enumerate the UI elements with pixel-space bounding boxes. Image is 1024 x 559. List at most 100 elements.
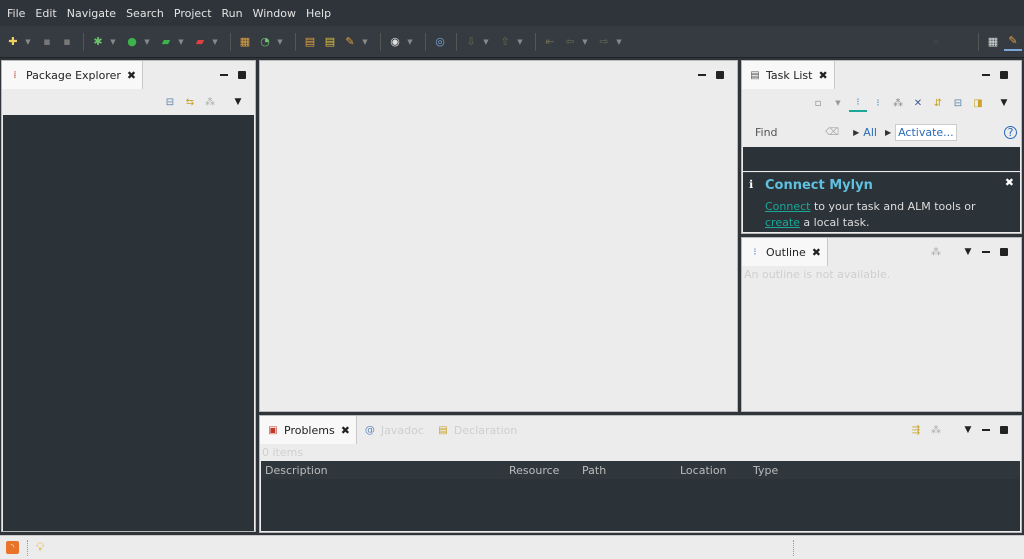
find-input[interactable]: Find bbox=[755, 126, 825, 139]
collapse-all-icon[interactable]: ⊟ bbox=[949, 94, 967, 112]
column-resource[interactable]: Resource bbox=[509, 464, 559, 477]
scheduled-icon[interactable]: ⁝ bbox=[869, 94, 887, 112]
new-dropdown[interactable]: ▼ bbox=[24, 33, 32, 51]
maximize-icon[interactable] bbox=[233, 66, 251, 84]
menu-file[interactable]: File bbox=[2, 7, 30, 20]
forward-dropdown[interactable]: ▼ bbox=[615, 33, 623, 51]
prev-annotation-dropdown[interactable]: ▼ bbox=[516, 33, 524, 51]
focus-icon[interactable]: ⁂ bbox=[889, 94, 907, 112]
open-resource-icon[interactable]: ✎ bbox=[341, 33, 359, 51]
tab-problems[interactable]: ▣ Problems ✖ bbox=[260, 416, 357, 444]
collapse-all-icon[interactable]: ⊟ bbox=[161, 93, 179, 111]
minimize-icon[interactable] bbox=[977, 66, 995, 84]
new-java-project-icon[interactable]: ▦ bbox=[236, 33, 254, 51]
column-location[interactable]: Location bbox=[680, 464, 727, 477]
help-icon[interactable]: ? bbox=[1004, 125, 1017, 139]
task-repositories-icon[interactable]: ◨ bbox=[969, 94, 987, 112]
new-icon[interactable]: ✚ bbox=[4, 33, 22, 51]
coverage-icon[interactable]: ▰ bbox=[157, 33, 175, 51]
close-icon[interactable]: ✖ bbox=[127, 69, 136, 82]
all-link[interactable]: All bbox=[863, 126, 877, 139]
run-dropdown[interactable]: ▼ bbox=[143, 33, 151, 51]
search-icon[interactable]: ◉ bbox=[386, 33, 404, 51]
task-list-panel: ▤ Task List ✖ ▫ ▼ ⁝ ⁝ ⁂ ✕ ⇵ ⊟ ◨ ▼ Find ⌫… bbox=[741, 60, 1022, 234]
maximize-icon[interactable] bbox=[995, 243, 1013, 261]
synchronize-icon[interactable]: ⇵ bbox=[929, 94, 947, 112]
maximize-icon[interactable] bbox=[995, 421, 1013, 439]
close-icon[interactable]: ✖ bbox=[812, 246, 821, 259]
open-type-icon[interactable]: ▤ bbox=[301, 33, 319, 51]
tab-declaration[interactable]: ▤ Declaration bbox=[430, 416, 523, 444]
next-annotation-dropdown[interactable]: ▼ bbox=[482, 33, 490, 51]
tip-lightbulb-icon[interactable]: 💡︎ bbox=[36, 540, 44, 555]
task-list-tree[interactable] bbox=[743, 147, 1020, 171]
close-icon[interactable]: ✖ bbox=[1005, 176, 1014, 189]
create-link[interactable]: create bbox=[765, 216, 800, 229]
problems-table[interactable]: Description Resource Path Location Type bbox=[261, 461, 1020, 531]
save-icon[interactable]: ▪ bbox=[38, 33, 56, 51]
new-package-dropdown[interactable]: ▼ bbox=[276, 33, 284, 51]
quick-access-icon[interactable]: ⌕ bbox=[901, 33, 971, 51]
debug-icon[interactable]: ✱ bbox=[89, 33, 107, 51]
package-explorer-tree[interactable] bbox=[3, 115, 254, 531]
search-dropdown[interactable]: ▼ bbox=[406, 33, 414, 51]
filter-icon[interactable]: ⇶ bbox=[907, 421, 925, 439]
minimize-icon[interactable] bbox=[977, 243, 995, 261]
new-package-icon[interactable]: ◔ bbox=[256, 33, 274, 51]
hide-completed-icon[interactable]: ✕ bbox=[909, 94, 927, 112]
column-description[interactable]: Description bbox=[265, 464, 328, 477]
view-menu-icon[interactable]: ▼ bbox=[995, 94, 1013, 112]
menu-window[interactable]: Window bbox=[248, 7, 301, 20]
column-path[interactable]: Path bbox=[582, 464, 606, 477]
maximize-icon[interactable] bbox=[995, 66, 1013, 84]
open-task-icon[interactable]: ▤ bbox=[321, 33, 339, 51]
focus-icon[interactable]: ⁂ bbox=[201, 93, 219, 111]
open-resource-dropdown[interactable]: ▼ bbox=[361, 33, 369, 51]
focus-icon[interactable]: ⁂ bbox=[927, 421, 945, 439]
java-perspective-icon[interactable]: ✎ bbox=[1004, 33, 1022, 51]
view-menu-icon[interactable]: ▼ bbox=[959, 243, 977, 261]
rss-icon[interactable]: ◝ bbox=[6, 541, 19, 554]
categorized-icon[interactable]: ⁝ bbox=[849, 94, 867, 112]
forward-icon[interactable]: ⇨ bbox=[595, 33, 613, 51]
open-console-icon[interactable]: ◎ bbox=[431, 33, 449, 51]
run-icon[interactable]: ● bbox=[123, 33, 141, 51]
prev-annotation-icon[interactable]: ⇧ bbox=[496, 33, 514, 51]
new-task-dropdown[interactable]: ▼ bbox=[829, 94, 847, 112]
save-all-icon[interactable]: ▪ bbox=[58, 33, 76, 51]
minimize-icon[interactable] bbox=[215, 66, 233, 84]
connect-link[interactable]: Connect bbox=[765, 200, 810, 213]
activate-link[interactable]: Activate... bbox=[895, 123, 957, 141]
next-annotation-icon[interactable]: ⇩ bbox=[462, 33, 480, 51]
view-menu-icon[interactable]: ▼ bbox=[959, 421, 977, 439]
back-icon[interactable]: ⇦ bbox=[561, 33, 579, 51]
open-perspective-icon[interactable]: ▦ bbox=[984, 33, 1002, 51]
minimize-icon[interactable] bbox=[693, 66, 711, 84]
menu-navigate[interactable]: Navigate bbox=[62, 7, 121, 20]
menu-project[interactable]: Project bbox=[169, 7, 217, 20]
close-icon[interactable]: ✖ bbox=[818, 69, 827, 82]
external-tools-dropdown[interactable]: ▼ bbox=[211, 33, 219, 51]
tab-task-list[interactable]: ▤ Task List ✖ bbox=[742, 61, 835, 89]
debug-dropdown[interactable]: ▼ bbox=[109, 33, 117, 51]
new-task-icon[interactable]: ▫ bbox=[809, 94, 827, 112]
link-with-editor-icon[interactable]: ⇆ bbox=[181, 93, 199, 111]
menu-run[interactable]: Run bbox=[217, 7, 248, 20]
tab-package-explorer[interactable]: ⁞ Package Explorer ✖ bbox=[2, 61, 144, 89]
back-dropdown[interactable]: ▼ bbox=[581, 33, 589, 51]
view-menu-icon[interactable]: ▼ bbox=[229, 93, 247, 111]
tab-outline[interactable]: ⁝ Outline ✖ bbox=[742, 238, 829, 266]
focus-icon[interactable]: ⁂ bbox=[927, 243, 945, 261]
maximize-icon[interactable] bbox=[711, 66, 729, 84]
external-tools-icon[interactable]: ▰ bbox=[191, 33, 209, 51]
last-edit-icon[interactable]: ⇤ bbox=[541, 33, 559, 51]
coverage-dropdown[interactable]: ▼ bbox=[177, 33, 185, 51]
menu-search[interactable]: Search bbox=[121, 7, 169, 20]
clear-find-icon[interactable]: ⌫ bbox=[825, 127, 839, 138]
close-icon[interactable]: ✖ bbox=[341, 424, 350, 437]
menu-edit[interactable]: Edit bbox=[30, 7, 61, 20]
menu-help[interactable]: Help bbox=[301, 7, 336, 20]
column-type[interactable]: Type bbox=[753, 464, 778, 477]
minimize-icon[interactable] bbox=[977, 421, 995, 439]
tab-javadoc[interactable]: @ Javadoc bbox=[357, 416, 430, 444]
